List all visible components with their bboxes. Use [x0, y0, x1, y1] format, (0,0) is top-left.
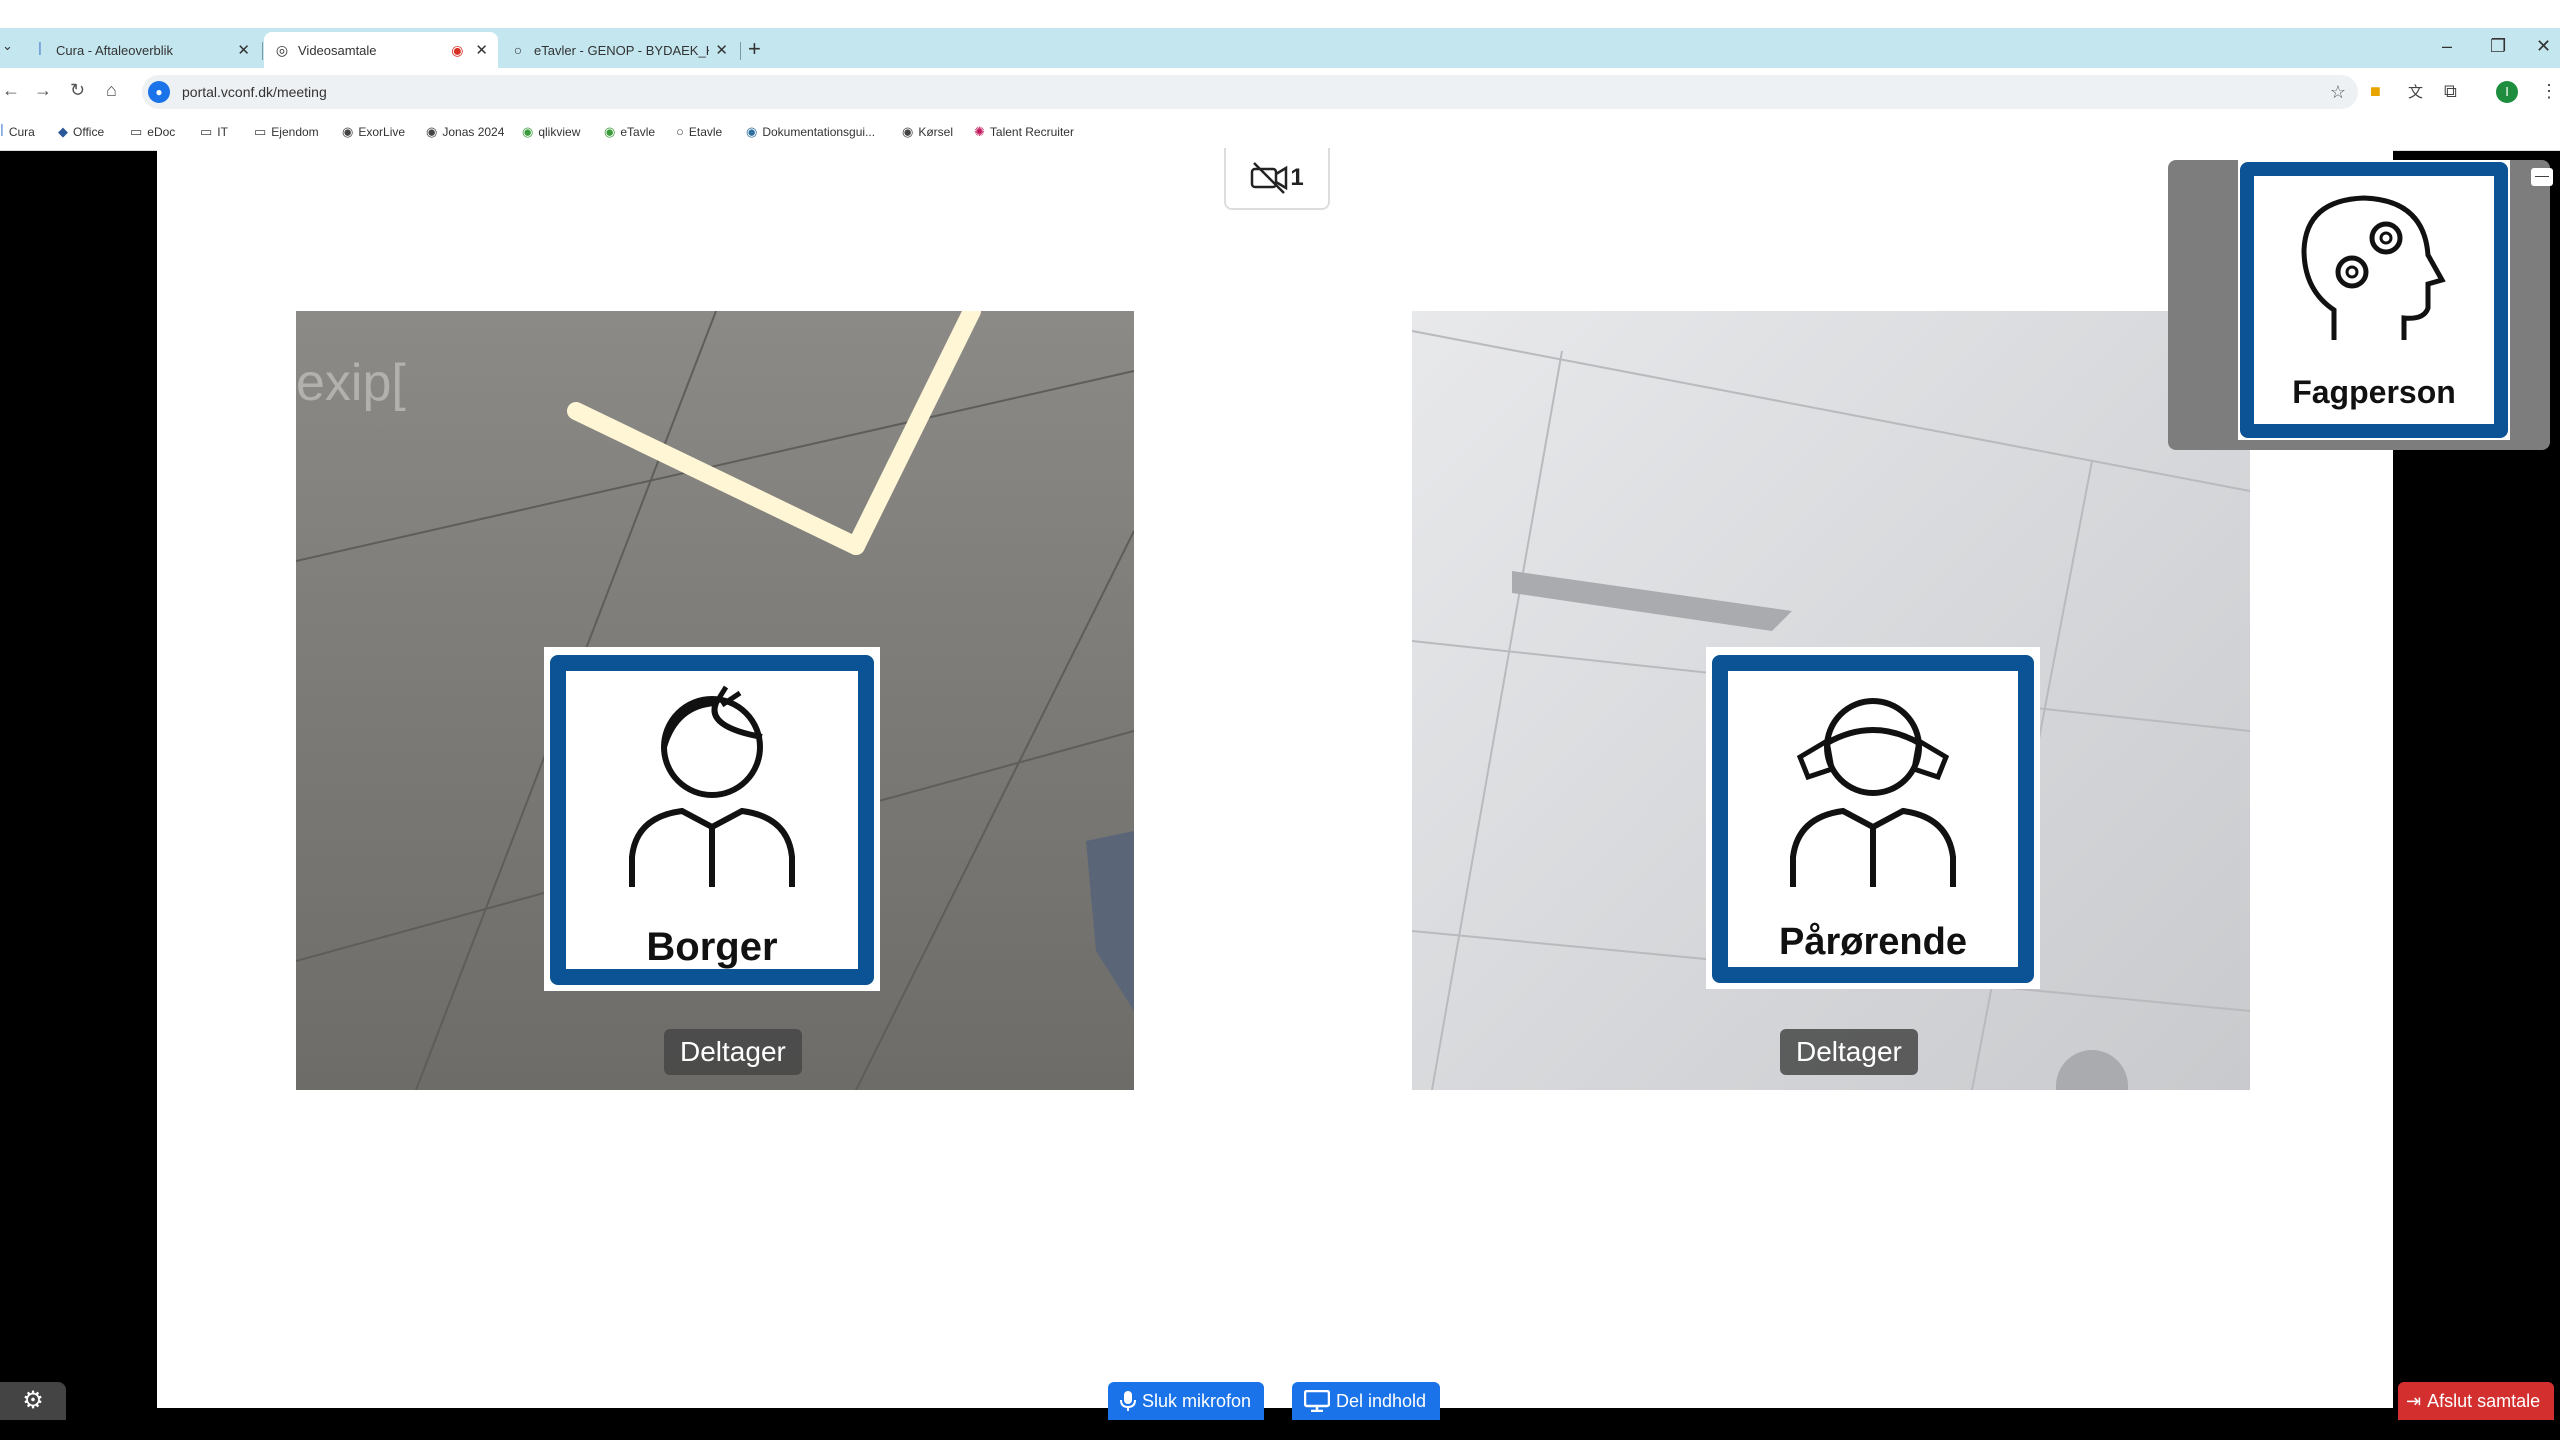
browser-toolbar: ← → ↻ ⌂ ● portal.vconf.dk/meeting ☆ ■ 文 …	[0, 68, 2560, 116]
url-text: portal.vconf.dk/meeting	[182, 84, 327, 100]
participant-video-paarorende[interactable]: Pårørende Deltager	[1412, 311, 2250, 1090]
globe-icon: ◉	[342, 124, 354, 139]
video-watermark: exip[	[296, 354, 406, 412]
avatar-card-paarorende: Pårørende	[1706, 647, 2040, 989]
boy-person-icon	[629, 685, 795, 887]
tab-separator	[262, 42, 263, 60]
bookmark-item[interactable]: ◉ Kørsel	[902, 124, 953, 140]
camera-off-icon	[1251, 162, 1288, 194]
site-info-icon[interactable]: ●	[148, 81, 170, 103]
participant-video-borger[interactable]: exip[ Borger Deltager	[296, 311, 1134, 1090]
globe-icon: ◎	[275, 42, 289, 58]
globe-icon: ◉	[902, 124, 914, 139]
recording-icon: ◉	[451, 41, 464, 58]
role-badge: Deltager	[1780, 1029, 1918, 1075]
minimize-pip-button[interactable]: —	[2531, 168, 2553, 186]
tab-strip: ⌄ ꟾ Cura - Aftaleoverblik ✕ ◎ Videosamta…	[0, 28, 2560, 68]
self-view-panel[interactable]: Fagperson	[2168, 160, 2550, 450]
mute-microphone-button[interactable]: Sluk mikrofon	[1108, 1382, 1264, 1420]
tab-etavler[interactable]: ○ eTavler - GENOP - BYDAEK_KR... ✕	[500, 32, 738, 68]
monitor-icon	[1304, 1390, 1330, 1412]
camera-off-indicator[interactable]: 1	[1224, 148, 1330, 210]
sign-out-icon: ⇥	[2406, 1390, 2422, 1411]
tab-cura[interactable]: ꟾ Cura - Aftaleoverblik ✕	[22, 32, 260, 68]
bookmark-item[interactable]: ◉ eTavle	[604, 124, 655, 140]
tab-search-icon[interactable]: ⌄	[2, 38, 13, 54]
new-tab-button[interactable]: +	[748, 36, 761, 62]
role-badge: Deltager	[664, 1029, 802, 1075]
folder-icon: ▭	[254, 124, 267, 139]
minimize-icon[interactable]: –	[2442, 36, 2452, 57]
avatar-card-fagperson: Fagperson	[2238, 160, 2510, 440]
forward-icon[interactable]: →	[34, 80, 52, 101]
tab-videosamtale[interactable]: ◎ Videosamtale ◉ ✕	[264, 32, 498, 68]
avatar-name: Borger	[646, 925, 778, 969]
bookmark-item[interactable]: ◉ ExorLive	[342, 124, 405, 140]
bookmark-item[interactable]: ✺ Talent Recruiter	[974, 124, 1074, 140]
restore-icon[interactable]: ❐	[2490, 36, 2506, 57]
talent-icon: ✺	[974, 124, 985, 139]
bookmark-item[interactable]: ▭ IT	[200, 124, 228, 140]
translate-icon[interactable]: 文	[2408, 81, 2423, 102]
profile-avatar-icon[interactable]: I	[2496, 81, 2518, 103]
menu-kebab-icon[interactable]: ⋮	[2540, 81, 2558, 102]
circle-icon: ○	[513, 42, 523, 58]
avatar-name: Pårørende	[1779, 921, 1967, 963]
bookmark-item[interactable]: ꟾ Cura	[0, 124, 35, 140]
bookmark-item[interactable]: ▭ eDoc	[130, 124, 175, 140]
close-icon[interactable]: ✕	[715, 41, 728, 59]
close-icon[interactable]: ✕	[237, 41, 250, 59]
browser-top-edge	[0, 0, 2560, 28]
tab-separator	[740, 42, 741, 60]
bookmarks-bar: ꟾ Cura ◆ Office ▭ eDoc ▭ IT ▭ Ejendom ◉ ExorLi…	[0, 116, 2560, 151]
end-call-button[interactable]: ⇥ Afslut samtale	[2398, 1382, 2554, 1420]
bookmark-star-icon[interactable]: ☆	[2330, 82, 2346, 103]
circle-icon: ○	[676, 124, 684, 139]
close-icon[interactable]: ✕	[475, 41, 488, 59]
camera-off-count: 1	[1290, 164, 1304, 191]
globe-icon: ◉	[426, 124, 438, 139]
back-icon[interactable]: ←	[2, 80, 20, 101]
cura-icon: ꟾ	[0, 124, 4, 139]
avatar-frame: Borger	[550, 655, 874, 985]
girl-person-icon	[1790, 698, 1956, 887]
bookmark-item[interactable]: ◉ Jonas 2024	[426, 124, 504, 140]
avatar-frame: Pårørende	[1712, 655, 2034, 983]
bookmark-item[interactable]: ▭ Ejendom	[254, 124, 319, 140]
address-bar[interactable]: ● portal.vconf.dk/meeting ☆	[142, 75, 2358, 109]
bookmark-item[interactable]: ◆ Office	[58, 124, 104, 140]
avatar-card-borger: Borger	[544, 647, 880, 991]
folder-icon: ▭	[200, 124, 213, 139]
microphone-icon	[1120, 1391, 1136, 1411]
cura-icon: ꟾ	[37, 42, 43, 58]
qlik-icon: ◉	[604, 124, 616, 139]
home-icon[interactable]: ⌂	[106, 80, 117, 101]
reload-icon[interactable]: ↻	[70, 80, 85, 101]
bookmark-item[interactable]: ◉ qlikview	[522, 124, 580, 140]
window-close-icon[interactable]: ✕	[2536, 36, 2551, 57]
office-icon: ◆	[58, 124, 68, 139]
settings-gear-icon[interactable]: ⚙	[0, 1382, 66, 1420]
docs-icon: ◉	[746, 124, 758, 139]
avatar-name: Fagperson	[2292, 374, 2456, 410]
extensions-puzzle-icon[interactable]: ⧉	[2444, 81, 2457, 102]
bookmark-item[interactable]: ◉ Dokumentationsgui...	[746, 124, 875, 140]
professional-head-gears-icon	[2301, 195, 2446, 340]
avatar-frame: Fagperson	[2240, 162, 2508, 438]
share-content-button[interactable]: Del indhold	[1292, 1382, 1440, 1420]
folder-icon: ▭	[130, 124, 143, 139]
bookmark-item[interactable]: ○ Etavle	[676, 124, 722, 139]
qlik-icon: ◉	[522, 124, 534, 139]
extension-grid-icon[interactable]: ■	[2370, 81, 2381, 102]
